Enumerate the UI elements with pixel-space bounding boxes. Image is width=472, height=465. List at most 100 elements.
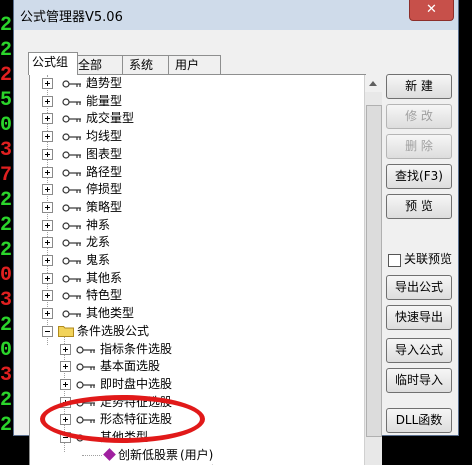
- tree-item[interactable]: 能量型: [30, 93, 330, 110]
- tree-item-label: 其他类型: [100, 430, 149, 444]
- tree-item[interactable]: 形态特征选股: [30, 411, 330, 428]
- new-button[interactable]: 新 建: [386, 74, 452, 99]
- key-icon: [62, 255, 82, 265]
- scroll-thumb[interactable]: [366, 105, 382, 437]
- tree-item[interactable]: 其他系: [30, 270, 330, 287]
- key-icon: [62, 113, 82, 123]
- tree-item-label: 图表型: [86, 146, 123, 161]
- expand-icon[interactable]: [60, 343, 71, 355]
- tree-item[interactable]: 走势特征选股: [30, 394, 330, 411]
- tree-item[interactable]: 其他类型: [30, 429, 330, 446]
- background-digit: 2: [0, 14, 13, 37]
- key-icon: [62, 202, 82, 212]
- folder-icon: [58, 324, 74, 337]
- tree-item[interactable]: 特色型: [30, 287, 330, 304]
- expand-icon[interactable]: [42, 78, 53, 89]
- quick-export-button[interactable]: 快速导出: [386, 305, 452, 330]
- tree-item[interactable]: 创新低股票 (用户): [30, 447, 330, 464]
- tree-item[interactable]: 条件选股公式: [30, 323, 330, 340]
- import-formula-button[interactable]: 导入公式: [386, 338, 452, 363]
- background-right-strip: [458, 0, 472, 435]
- key-icon: [76, 344, 96, 354]
- expand-icon[interactable]: [42, 148, 53, 160]
- tree-item-label: 神系: [86, 217, 111, 232]
- delete-button[interactable]: 删 除: [386, 134, 452, 159]
- tree-item-owner: (用户): [180, 447, 214, 462]
- expand-icon[interactable]: [42, 290, 53, 302]
- expand-icon[interactable]: [60, 361, 71, 373]
- tab-formula-group[interactable]: 公式组: [28, 52, 78, 75]
- dll-function-button[interactable]: DLL函数: [386, 408, 452, 433]
- find-button[interactable]: 查找(F3): [386, 164, 452, 189]
- tree-item-label: 能量型: [86, 93, 123, 108]
- expand-icon[interactable]: [42, 308, 53, 320]
- tree-item[interactable]: 指标条件选股: [30, 341, 330, 358]
- close-button[interactable]: ✕: [409, 0, 454, 21]
- collapse-icon[interactable]: [42, 325, 53, 337]
- expand-icon[interactable]: [42, 272, 53, 284]
- expand-icon[interactable]: [42, 237, 53, 249]
- tab-user[interactable]: 用户: [168, 55, 221, 74]
- expand-icon[interactable]: [42, 255, 53, 266]
- expand-icon[interactable]: [60, 396, 71, 408]
- tree-item-label: 其他系: [86, 270, 123, 285]
- background-digit: 7: [0, 164, 13, 187]
- tree-item[interactable]: 均线型: [30, 128, 330, 145]
- tree-item[interactable]: 图表型: [30, 146, 330, 163]
- key-icon: [62, 96, 82, 106]
- expand-icon[interactable]: [42, 113, 53, 125]
- expand-icon[interactable]: [42, 95, 53, 107]
- linked-preview-label: 关联预览: [404, 252, 453, 266]
- expand-icon[interactable]: [60, 432, 71, 443]
- tree-item-label: 停损型: [86, 182, 123, 197]
- tree-item-label: 指标条件选股: [100, 341, 173, 356]
- background-digit: 2: [0, 39, 13, 62]
- expand-icon[interactable]: [42, 219, 53, 231]
- tree-item[interactable]: 停损型: [30, 181, 330, 198]
- tree-item-label: 成交量型: [86, 111, 135, 126]
- scroll-up-arrow-icon[interactable]: [365, 75, 382, 92]
- tree-item-label: 形态特征选股: [100, 412, 173, 427]
- tree-item[interactable]: 鬼系: [30, 252, 330, 269]
- expand-icon[interactable]: [42, 166, 53, 178]
- key-icon: [62, 167, 82, 177]
- background-digit: 2: [0, 64, 13, 87]
- tree-scrollbar[interactable]: [364, 75, 382, 465]
- tree-item-label: 趋势型: [86, 76, 123, 90]
- tree-item[interactable]: 基本面选股: [30, 358, 330, 375]
- preview-button[interactable]: 预 览: [386, 194, 452, 219]
- tree-item[interactable]: 其他类型: [30, 305, 330, 322]
- key-icon: [76, 432, 96, 442]
- key-icon: [62, 131, 82, 141]
- key-icon: [62, 273, 82, 283]
- tree-item[interactable]: 策略型: [30, 199, 330, 216]
- tree-item[interactable]: 路径型: [30, 164, 330, 181]
- background-digit: 0: [0, 114, 13, 137]
- tab-label: 用户: [175, 58, 200, 72]
- tree-item[interactable]: 成交量型: [30, 110, 330, 127]
- key-icon: [62, 78, 82, 88]
- tree-item-label: 创新低股票: [118, 447, 179, 462]
- temp-import-button[interactable]: 临时导入: [386, 368, 452, 393]
- expand-icon[interactable]: [42, 184, 53, 196]
- formula-diamond-icon: [103, 447, 116, 461]
- tree-item[interactable]: 神系: [30, 217, 330, 234]
- window-title: 公式管理器V5.06: [20, 10, 123, 25]
- close-icon: ✕: [426, 2, 437, 17]
- expand-icon[interactable]: [60, 414, 71, 426]
- expand-icon[interactable]: [42, 201, 53, 213]
- key-icon: [62, 237, 82, 247]
- modify-button[interactable]: 修 改: [386, 104, 452, 129]
- tree-item[interactable]: 趋势型: [30, 75, 330, 92]
- background-digit: 3: [0, 289, 13, 312]
- expand-icon[interactable]: [60, 378, 71, 390]
- window-client: 公式组 全部 系统 用户 趋势型 能量型 成交量型 均线型 图表型 路径型 停损型 策略型 神系…: [14, 30, 458, 465]
- export-formula-button[interactable]: 导出公式: [386, 275, 452, 300]
- tree-item[interactable]: 龙系: [30, 234, 330, 251]
- expand-icon[interactable]: [42, 131, 53, 143]
- background-digit: 0: [0, 264, 13, 287]
- formula-tree[interactable]: 趋势型 能量型 成交量型 均线型 图表型 路径型 停损型 策略型 神系 龙系 鬼系 其他系 特色型 其他类…: [29, 75, 365, 465]
- tree-item-label: 基本面选股: [100, 359, 161, 374]
- linked-preview-checkbox[interactable]: [388, 254, 401, 267]
- tree-item[interactable]: 即时盘中选股: [30, 376, 330, 393]
